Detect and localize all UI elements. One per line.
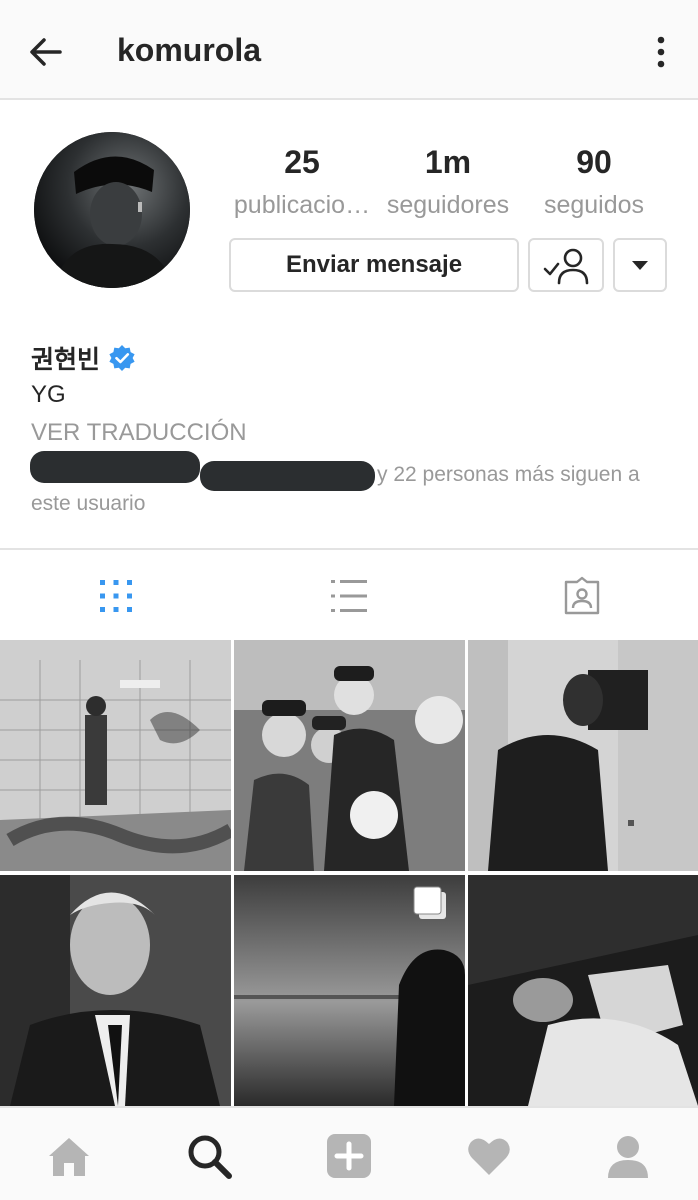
profile-view-tabs (0, 548, 698, 638)
profile-name-row: 권현빈 (31, 340, 136, 376)
stat-posts-label: publicacio… (233, 191, 371, 219)
profile-bio: YG (31, 381, 66, 408)
followed-by-line2: este usuario (31, 492, 146, 515)
caret-down-icon (632, 261, 648, 270)
profile-username: komurola (117, 32, 262, 68)
stat-followers-value: 1m (424, 144, 472, 180)
stat-following-value: 90 (576, 144, 612, 180)
multiple-photos-icon (413, 886, 446, 919)
see-translation-link[interactable]: VER TRADUCCIÓN (31, 419, 247, 447)
profile-avatar[interactable] (34, 132, 190, 288)
top-bar: komurola (0, 0, 698, 100)
grid-post[interactable] (468, 640, 698, 871)
more-vertical-icon[interactable] (644, 30, 678, 74)
followed-by-suffix: y 22 personas más siguen a (377, 463, 640, 486)
grid-post[interactable] (0, 875, 231, 1106)
following-button[interactable] (528, 238, 604, 292)
following-check-user-icon (543, 248, 589, 285)
list-view-icon[interactable] (329, 576, 369, 616)
stat-following[interactable]: 90 seguidos (535, 142, 653, 222)
profile-name: 권현빈 (31, 346, 101, 374)
stat-following-label: seguidos (543, 191, 645, 219)
verified-badge-icon (109, 345, 135, 371)
heart-icon[interactable] (465, 1132, 513, 1180)
send-message-button[interactable]: Enviar mensaje (229, 238, 519, 292)
redacted-username-1 (30, 451, 200, 483)
stat-followers-label: seguidores (386, 191, 510, 219)
search-icon[interactable] (185, 1132, 233, 1180)
grid-post[interactable] (0, 640, 231, 871)
grid-post[interactable] (234, 875, 465, 1106)
grid-view-icon[interactable] (96, 576, 136, 616)
tagged-photos-icon[interactable] (562, 576, 602, 616)
arrow-left-icon[interactable] (24, 30, 68, 74)
home-icon[interactable] (45, 1132, 93, 1180)
add-post-icon[interactable] (325, 1132, 373, 1180)
profile-icon[interactable] (604, 1132, 652, 1180)
stat-posts-value: 25 (284, 144, 320, 180)
grid-post[interactable] (468, 875, 698, 1106)
suggestions-dropdown-button[interactable] (613, 238, 667, 292)
redacted-username-2 (200, 461, 375, 491)
grid-post[interactable] (234, 640, 465, 871)
stat-followers[interactable]: 1m seguidores (380, 142, 516, 222)
photo-grid (0, 640, 698, 1106)
bottom-navigation (0, 1106, 698, 1200)
stat-posts[interactable]: 25 publicacio… (229, 142, 375, 222)
